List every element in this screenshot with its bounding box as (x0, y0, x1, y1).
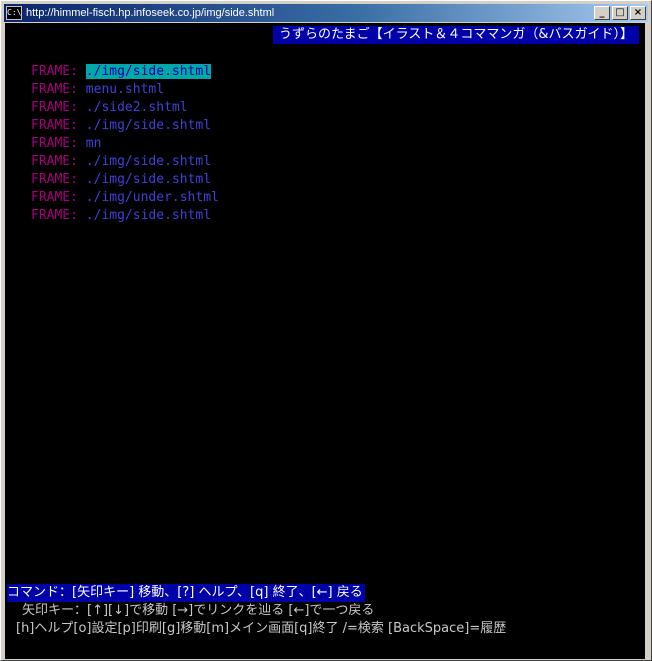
frame-list: FRAME: ./img/side.shtml FRAME: menu.shtm… (31, 63, 219, 225)
frame-label: FRAME: (31, 82, 78, 97)
frame-link[interactable]: ./side2.shtml (86, 100, 188, 115)
frame-link[interactable]: menu.shtml (86, 82, 164, 97)
window-controls: _ □ × (592, 6, 646, 20)
frame-label: FRAME: (31, 136, 78, 151)
frame-row: FRAME: ./side2.shtml (31, 99, 219, 117)
frame-label: FRAME: (31, 208, 78, 223)
frame-row: FRAME: ./img/under.shtml (31, 189, 219, 207)
page-header: うずらのたまご【イラスト＆４コママンガ（&バスガイド）】 (273, 26, 639, 44)
frame-row: FRAME: ./img/side.shtml (31, 63, 219, 81)
arrow-key-help-line: 矢印キー：[↑][↓]で移動 [→]でリンクを辿る [←]で一つ戻る (22, 603, 375, 618)
frame-link[interactable]: ./img/side.shtml (86, 118, 211, 133)
frame-link[interactable]: ./img/side.shtml (86, 154, 211, 169)
frame-row: FRAME: mn (31, 135, 219, 153)
frame-label: FRAME: (31, 190, 78, 205)
frame-link[interactable]: mn (86, 136, 102, 151)
frame-link[interactable]: ./img/under.shtml (86, 190, 219, 205)
console-app-icon[interactable]: C:\ (6, 6, 22, 20)
frame-row: FRAME: ./img/side.shtml (31, 117, 219, 135)
close-button[interactable]: × (630, 6, 646, 20)
frame-link[interactable]: ./img/side.shtml (86, 172, 211, 187)
console-window: C:\ http://himmel-fisch.hp.infoseek.co.j… (0, 0, 652, 661)
frame-label: FRAME: (31, 64, 78, 79)
frame-link[interactable]: ./img/side.shtml (86, 208, 211, 223)
minimize-button[interactable]: _ (594, 6, 610, 20)
command-help-line: コマンド：[矢印キー] 移動、[?] ヘルプ、[q] 終了、[←] 戻る (7, 584, 365, 602)
maximize-button[interactable]: □ (612, 6, 628, 20)
frame-link[interactable]: ./img/side.shtml (85, 64, 212, 79)
title-bar[interactable]: C:\ http://himmel-fisch.hp.infoseek.co.j… (4, 4, 648, 22)
window-title: http://himmel-fisch.hp.infoseek.co.jp/im… (26, 7, 275, 19)
frame-row: FRAME: ./img/side.shtml (31, 171, 219, 189)
console-area[interactable]: うずらのたまご【イラスト＆４コママンガ（&バスガイド）】 FRAME: ./im… (5, 23, 645, 659)
frame-label: FRAME: (31, 118, 78, 133)
frame-label: FRAME: (31, 100, 78, 115)
frame-row: FRAME: menu.shtml (31, 81, 219, 99)
frame-label: FRAME: (31, 154, 78, 169)
frame-row: FRAME: ./img/side.shtml (31, 153, 219, 171)
frame-label: FRAME: (31, 172, 78, 187)
frame-row: FRAME: ./img/side.shtml (31, 207, 219, 225)
key-shortcut-help-line: [h]ヘルプ[o]設定[p]印刷[g]移動[m]メイン画面[q]終了 /=検索 … (16, 621, 507, 636)
